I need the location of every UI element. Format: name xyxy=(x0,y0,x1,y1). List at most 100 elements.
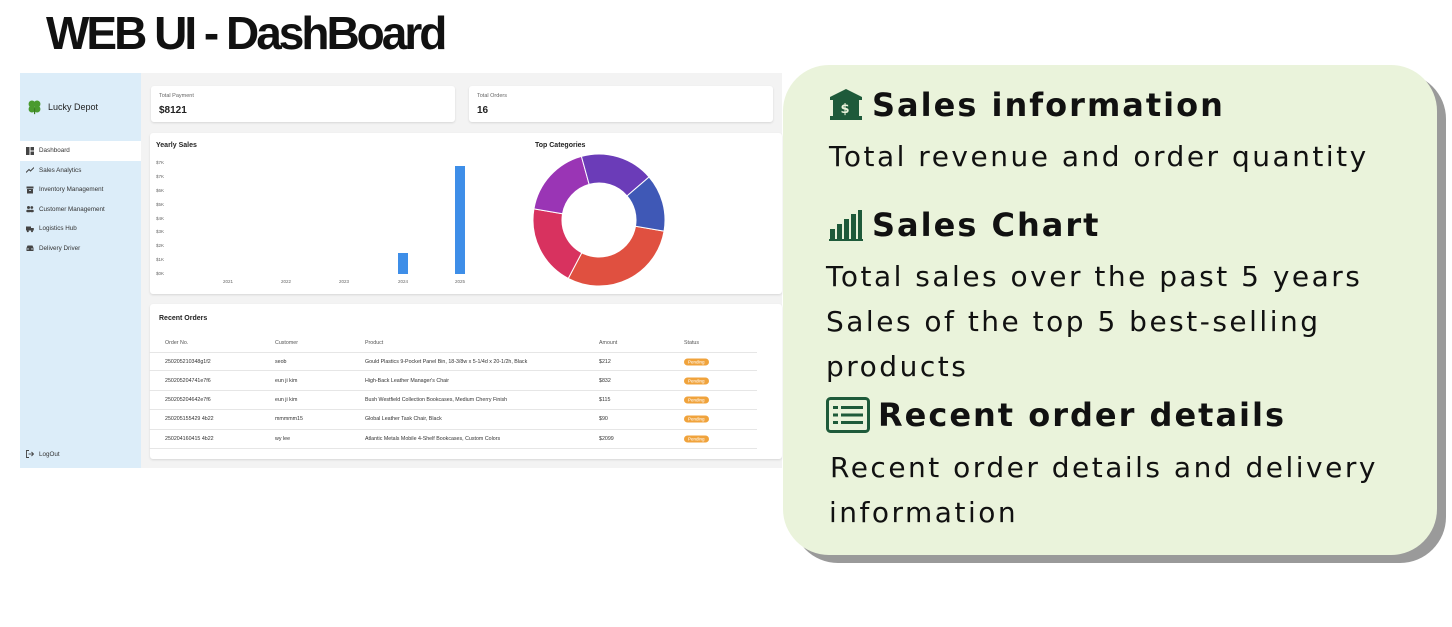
brand[interactable]: Lucky Depot xyxy=(26,98,98,115)
sidebar-item-logistics[interactable]: Logistics Hub xyxy=(20,219,141,239)
amount-cell: $212 xyxy=(599,358,611,365)
truck-icon xyxy=(26,225,34,233)
sidebar-nav: Dashboard Sales Analytics Inventory Mana… xyxy=(20,141,141,258)
sidebar-item-label: Logistics Hub xyxy=(39,225,77,233)
x-tick-label: 2021 xyxy=(222,279,234,284)
sidebar-item-inventory[interactable]: Inventory Management xyxy=(20,180,141,200)
table-row[interactable]: 250205204642e7f6 eun ji kim Bush Westfield… xyxy=(149,391,757,411)
heading-text: Sales information xyxy=(872,86,1225,124)
brand-name: Lucky Depot xyxy=(48,101,99,112)
y-tick-label: $2K xyxy=(156,243,165,249)
sales-chart-text-1: Total sales over the past 5 years xyxy=(826,260,1363,293)
list-card-icon xyxy=(826,397,870,433)
customer-cell: mmmmm15 xyxy=(275,416,303,423)
sidebar-item-label: Delivery Driver xyxy=(39,244,81,252)
y-tick-label: $7K xyxy=(156,173,165,179)
x-tick-label: 2024 xyxy=(397,279,409,284)
order-no-cell: 250205204741e7f6 xyxy=(165,377,211,384)
amount-cell: $115 xyxy=(599,396,611,403)
sales-information-heading: $ Sales information xyxy=(828,86,1225,124)
status-badge: Pending xyxy=(684,435,709,443)
col-amount: Amount xyxy=(599,339,618,346)
product-cell: High-Back Leather Manager's Chair xyxy=(365,377,450,384)
status-badge: Pending xyxy=(684,377,709,385)
car-icon xyxy=(26,244,34,252)
sales-information-text: Total revenue and order quantity xyxy=(829,140,1369,173)
customer-cell: seob xyxy=(275,358,287,365)
recent-orders-title: Recent Orders xyxy=(159,315,208,322)
table-row[interactable]: 250205204741e7f6 eun ji kim High-Back Leat… xyxy=(149,371,757,391)
sidebar-item-dashboard[interactable]: Dashboard xyxy=(20,141,141,161)
page-title: WEB UI - DashBoard xyxy=(46,7,447,59)
col-product: Product xyxy=(365,339,384,346)
dashboard-icon xyxy=(26,146,34,155)
amount-cell: $832 xyxy=(599,377,611,384)
order-no-cell: 250204160415 4b22 xyxy=(165,435,214,442)
table-row[interactable]: 250205210348g1f2 seob Gould Plastics 9-Poc… xyxy=(149,352,757,372)
kpi-label: Total Payment xyxy=(159,93,194,99)
y-tick-label: $1K xyxy=(156,257,165,263)
y-tick-label: $5K xyxy=(156,201,165,207)
heading-text: Recent order details xyxy=(878,396,1287,434)
logout-label: LogOut xyxy=(39,450,60,458)
y-tick-label: $7K xyxy=(156,160,165,165)
charts-card: Yearly Sales Top Categories $0K $1K $2K $3K… xyxy=(150,133,782,294)
kpi-card-total-orders: Total Orders 16 xyxy=(469,86,773,122)
product-cell: Atlantic Metals Mobile 4-Shelf Bookcases… xyxy=(365,435,501,442)
dashboard-main: Total Payment $8121 Total Orders 16 Year… xyxy=(141,73,823,468)
clover-logo-icon xyxy=(28,100,41,115)
svg-text:$: $ xyxy=(840,102,851,117)
customer-cell: eun ji kim xyxy=(275,377,298,384)
kpi-card-total-payment: Total Payment $8121 xyxy=(151,86,455,122)
sidebar-item-label: Customer Management xyxy=(39,205,105,213)
bar-chart-icon xyxy=(829,210,863,241)
recent-order-text-2: information xyxy=(829,496,1019,529)
sidebar-item-label: Inventory Management xyxy=(39,186,104,194)
table-row[interactable]: 250204160415 4b22 wy lee Atlantic Metals M… xyxy=(149,430,757,449)
recent-order-text-1: Recent order details and delivery xyxy=(830,451,1378,484)
table-row[interactable]: 250205155429 4b22 mmmmm15 Global Leather T… xyxy=(149,410,757,430)
kpi-value: $8121 xyxy=(159,105,187,116)
y-tick-label: $6K xyxy=(156,187,165,193)
yearly-sales-chart: $0K $1K $2K $3K $4K $5K $6K $7K $7K 2021 2022 2023 2… xyxy=(150,133,530,294)
x-tick-label: 2023 xyxy=(338,279,350,284)
product-cell: Global Leather Task Chair, Black xyxy=(365,416,442,423)
bank-icon: $ xyxy=(830,89,862,120)
customer-cell: wy lee xyxy=(275,435,291,442)
x-tick-label: 2022 xyxy=(280,279,292,284)
recent-order-details-heading: Recent order details xyxy=(826,396,1286,434)
sidebar-item-delivery-driver[interactable]: Delivery Driver xyxy=(20,239,141,259)
col-status: Status xyxy=(684,339,700,346)
sidebar-item-label: Dashboard xyxy=(39,147,70,155)
dashboard-screenshot: Lucky Depot Dashboard Sales Analytics In… xyxy=(20,73,823,468)
orders-table-header: Order No. Customer Product Amount Status xyxy=(157,336,757,349)
order-no-cell: 250205155429 4b22 xyxy=(165,416,214,423)
amount-cell: $90 xyxy=(599,416,608,423)
sidebar-item-sales-analytics[interactable]: Sales Analytics xyxy=(20,161,141,181)
order-no-cell: 250205210348g1f2 xyxy=(165,358,211,365)
amount-cell: $2099 xyxy=(599,435,614,442)
sales-chart-text-3: products xyxy=(826,350,969,383)
sidebar-item-customers[interactable]: Customer Management xyxy=(20,200,141,220)
sidebar-item-label: Sales Analytics xyxy=(39,166,82,174)
y-tick-label: $0K xyxy=(156,271,165,276)
status-badge: Pending xyxy=(684,396,709,404)
status-badge: Pending xyxy=(684,415,709,423)
people-icon xyxy=(26,205,34,213)
heading-text: Sales Chart xyxy=(872,206,1101,244)
sales-chart-heading: Sales Chart xyxy=(828,206,1100,244)
status-badge: Pending xyxy=(684,358,709,366)
kpi-label: Total Orders xyxy=(477,93,507,99)
logout-button[interactable]: LogOut xyxy=(26,450,60,458)
trend-icon xyxy=(26,166,34,174)
y-tick-label: $4K xyxy=(156,215,165,221)
donut-slice[interactable] xyxy=(533,155,590,215)
x-tick-label: 2025 xyxy=(454,279,466,284)
sidebar: Lucky Depot Dashboard Sales Analytics In… xyxy=(20,73,141,468)
col-order-no: Order No. xyxy=(165,339,189,346)
donut-slice[interactable] xyxy=(567,225,665,287)
bar-2025[interactable] xyxy=(455,166,465,274)
bar-2024[interactable] xyxy=(398,253,408,274)
y-tick-label: $3K xyxy=(156,229,165,235)
kpi-value: 16 xyxy=(477,105,489,116)
